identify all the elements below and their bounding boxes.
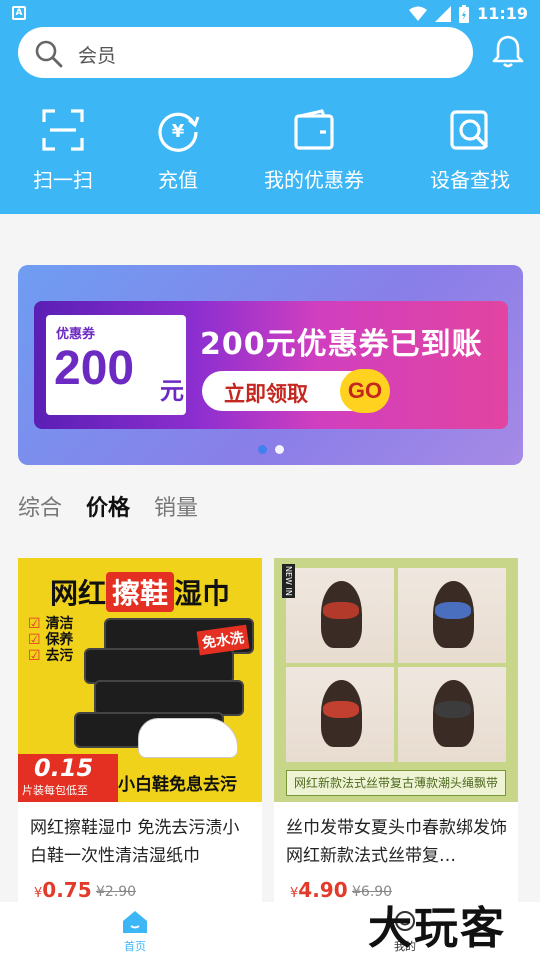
sneaker-graphic — [138, 718, 238, 758]
claim-button[interactable]: 立即领取 GO — [202, 369, 390, 413]
price-value: 4.90 — [298, 878, 348, 902]
search-input[interactable]: 会员 — [78, 41, 116, 68]
status-bar: A 11:19 — [0, 0, 540, 28]
tab-sales[interactable]: 销量 — [154, 490, 198, 521]
quick-action-label: 充值 — [158, 168, 198, 192]
image-promo-note: 片装每包低至 — [22, 784, 88, 797]
quick-action-scan[interactable]: 扫一扫 — [28, 108, 98, 193]
product-title[interactable]: 丝巾发带女夏头巾春款绑发饰网红新款法式丝带复… — [286, 814, 508, 870]
header: A 11:19 会员 扫一扫 ¥ 充值 我的优惠券 设备查找 — [0, 0, 540, 214]
status-time: 11:19 — [477, 4, 528, 23]
image-title: 网红 擦鞋 湿巾 — [18, 572, 262, 612]
promo-banner[interactable]: 优惠券 200 元 200元优惠券已到账 立即领取 GO — [18, 265, 523, 465]
signal-icon — [435, 5, 452, 22]
claim-label: 立即领取 — [224, 382, 308, 406]
product-image[interactable]: 网红擦鞋湿巾 清洁 保养 去污 免水洗 0.15 片装每包低至 小白鞋免息去污 — [18, 558, 262, 802]
image-title-highlight: 擦鞋 — [105, 572, 174, 612]
tab-comprehensive[interactable]: 综合 — [18, 490, 62, 521]
quick-action-recharge[interactable]: ¥ 充值 — [148, 108, 208, 193]
product-title[interactable]: 网红擦鞋湿巾 免洗去污渍小白鞋一次性清洁湿纸巾 — [30, 814, 252, 870]
hair-scarf-photos — [286, 568, 506, 762]
image-promo-price: 0.15 — [34, 754, 94, 782]
image-bullet: 保养 — [28, 632, 73, 648]
image-title-part: 湿巾 — [174, 577, 231, 610]
banner-headline: 200元优惠券已到账 — [200, 327, 483, 362]
image-bullet: 去污 — [28, 648, 73, 664]
carousel-dot[interactable] — [258, 445, 267, 454]
product-card[interactable]: 网红擦鞋湿巾 清洁 保养 去污 免水洗 0.15 片装每包低至 小白鞋免息去污 … — [18, 558, 262, 903]
sort-tabs: 综合 价格 销量 — [18, 490, 198, 521]
quick-actions: 扫一扫 ¥ 充值 我的优惠券 设备查找 — [0, 108, 540, 198]
tab-home[interactable]: 首页 — [105, 910, 165, 954]
quick-action-label: 设备查找 — [430, 168, 510, 192]
watermark-logo: 大玩客 — [368, 903, 506, 954]
image-bullets: 清洁 保养 去污 — [28, 616, 73, 664]
battery-icon — [459, 4, 470, 23]
bell-icon[interactable] — [490, 34, 526, 68]
quick-action-label: 我的优惠券 — [264, 168, 364, 192]
image-title-part: 网红 — [49, 577, 106, 610]
product-price: ¥0.75 — [34, 878, 92, 902]
wallet-icon — [294, 109, 334, 150]
coupon-unit: 元 — [160, 377, 184, 405]
coupon-ticket: 优惠券 200 元 — [46, 315, 186, 415]
search-bar[interactable]: 会员 — [18, 27, 473, 78]
product-image[interactable]: NEW IN 网红新款法式丝带复古薄款潮头绳飘带 — [274, 558, 518, 802]
recharge-icon: ¥ — [158, 112, 200, 152]
coupon-value: 200 — [54, 342, 135, 395]
coupon-banner-card: 优惠券 200 元 200元优惠券已到账 立即领取 GO — [34, 301, 508, 429]
home-icon — [123, 911, 147, 933]
image-footer: 小白鞋免息去污 — [118, 775, 237, 795]
price-value: 0.75 — [42, 878, 92, 902]
carousel-dots — [258, 445, 284, 454]
quick-action-coupons[interactable]: 我的优惠券 — [262, 108, 366, 193]
coupon-label: 优惠券 — [56, 327, 96, 342]
product-old-price: ¥2.90 — [96, 884, 137, 900]
svg-text:¥: ¥ — [172, 121, 185, 142]
image-price-box: 0.15 片装每包低至 — [18, 754, 118, 802]
search-icon — [35, 40, 63, 68]
device-search-icon — [450, 110, 488, 150]
product-price: ¥4.90 — [290, 878, 348, 902]
tab-price[interactable]: 价格 — [86, 490, 130, 521]
quick-action-device-search[interactable]: 设备查找 — [428, 108, 512, 193]
scan-icon — [42, 109, 84, 151]
carousel-dot[interactable] — [275, 445, 284, 454]
tab-label: 首页 — [124, 940, 146, 953]
notification-icon: A — [12, 6, 26, 20]
quick-action-label: 扫一扫 — [33, 168, 93, 192]
wifi-icon — [409, 6, 428, 21]
image-bullet: 清洁 — [28, 616, 73, 632]
image-caption: 网红新款法式丝带复古薄款潮头绳飘带 — [286, 770, 506, 796]
go-badge: GO — [340, 369, 390, 413]
new-in-tag: NEW IN — [282, 564, 295, 598]
product-card[interactable]: NEW IN 网红新款法式丝带复古薄款潮头绳飘带 丝巾发带女夏头巾春款绑发饰网红… — [274, 558, 518, 903]
